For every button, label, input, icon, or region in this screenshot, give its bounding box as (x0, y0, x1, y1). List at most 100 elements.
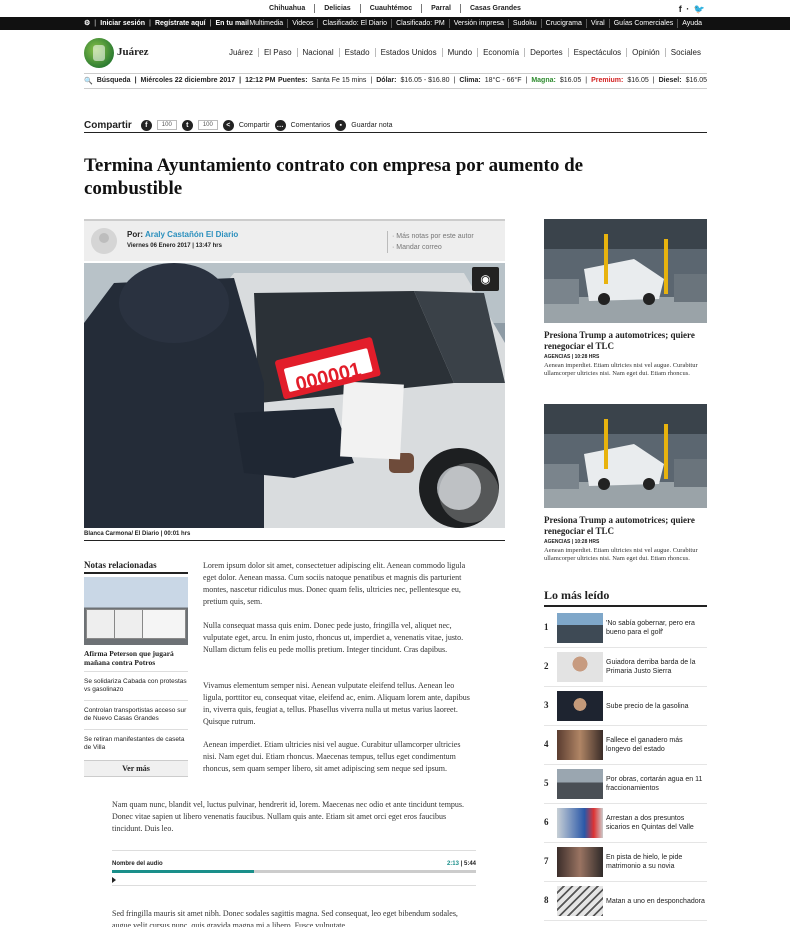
most-read-item[interactable]: 3 Sube precio de la gasolina (544, 688, 707, 726)
service-link[interactable]: Sudoku (507, 19, 541, 28)
most-read-rank: 4 (544, 739, 549, 749)
share-label: Compartir (84, 119, 132, 131)
comments-link[interactable]: Comentarios (291, 122, 331, 129)
photo-caption: Blanca Carmona/ El Diario | 00:01 hrs (84, 531, 191, 537)
service-link[interactable]: Clasificado: El Diario (317, 19, 391, 28)
nav-item[interactable]: Deportes (524, 48, 567, 57)
most-read-item[interactable]: 4 Fallece el ganadero más longevo del es… (544, 727, 707, 765)
by-label: Por: (127, 230, 143, 239)
camera-icon[interactable]: ◉ (472, 267, 499, 291)
related-photo[interactable] (84, 577, 188, 645)
nav-item[interactable]: Espectáculos (567, 48, 627, 57)
nav-item[interactable]: Estado (338, 48, 375, 57)
see-more-button[interactable]: Ver más (84, 760, 188, 777)
audio-progress-fill (112, 870, 254, 873)
divider (84, 73, 707, 74)
related-notes: Notas relacionadas Afirma Peterson que j… (84, 560, 188, 777)
service-link[interactable]: Multimedia (245, 19, 287, 28)
service-link[interactable]: Guías Comerciales (608, 19, 678, 28)
related-item[interactable]: Se solidariza Cabada con protestas vs ga… (84, 671, 188, 700)
side-news-text: Aenean imperdiet. Etiam ultricies nisi v… (544, 547, 698, 562)
most-read-headline[interactable]: Matan a uno en desponchadora (606, 886, 707, 916)
logo-text[interactable]: Juárez (117, 46, 149, 58)
side-news-photo[interactable] (544, 404, 707, 508)
nav-item[interactable]: Estados Unidos (374, 48, 442, 57)
side-news-headline[interactable]: Presiona Trump a automotrices; quiere re… (544, 515, 707, 537)
article-paragraph: Aenean imperdiet. Etiam ultricies nisi v… (203, 740, 461, 773)
main-photo[interactable]: 000001 ◉ (84, 263, 505, 528)
related-item[interactable]: Controlan transportistas acceso sur de N… (84, 700, 188, 729)
most-read-item[interactable]: 8 Matan a uno en desponchadora (544, 883, 707, 921)
most-read-rank: 2 (544, 661, 549, 671)
city-link[interactable]: Casas Grandes (461, 4, 530, 13)
most-read-rank: 6 (544, 817, 549, 827)
most-read-item[interactable]: 6 Arrestan a dos presuntos sicarios en Q… (544, 805, 707, 843)
most-read-thumb (557, 886, 603, 916)
audio-progress-bar[interactable] (112, 870, 476, 873)
audio-name: Nombre del audio (112, 861, 163, 867)
service-link[interactable]: Clasificado: PM (391, 19, 449, 28)
author-name[interactable]: Araly Castañón El Diario (145, 230, 238, 239)
premium-label: Premium: (591, 77, 624, 84)
site-logo-icon[interactable] (84, 38, 114, 68)
email-link[interactable]: En tu mail (216, 20, 249, 27)
city-link[interactable]: Cuauhtémoc (361, 4, 423, 13)
most-read-rank: 5 (544, 778, 549, 788)
most-read-headline[interactable]: En pista de hielo, le pide matrimonio a … (606, 847, 707, 877)
gear-icon[interactable]: ⚙ (84, 19, 90, 27)
user-bar: ⚙ | Iniciar sesión | Regístrate aquí | En t… (0, 17, 790, 30)
most-read-headline[interactable]: Por obras, cortarán agua en 11 fracciona… (606, 769, 707, 799)
nav-item[interactable]: Mundo (441, 48, 477, 57)
service-link[interactable]: Versión impresa (448, 19, 508, 28)
nav-item[interactable]: Nacional (296, 48, 339, 57)
service-link[interactable]: Viral (585, 19, 609, 28)
share-link[interactable]: Compartir (239, 122, 270, 129)
social-icons-top[interactable]: f · 🐦 (679, 4, 706, 15)
send-mail-link[interactable]: · Mandar correo (392, 242, 474, 253)
related-item[interactable]: Se retiran manifestantes de caseta de Vi… (84, 729, 188, 758)
most-read-headline[interactable]: Sube precio de la gasolina (606, 691, 707, 721)
share-bar: Compartir f 100 t 100 < Compartir … Come… (84, 117, 707, 133)
most-read-item[interactable]: 1 'No sabía gobernar, pero era bueno par… (544, 610, 707, 648)
service-link[interactable]: Crucigrama (540, 19, 586, 28)
nav-item[interactable]: Economía (477, 48, 524, 57)
service-link[interactable]: Videos (287, 19, 317, 28)
most-read-rank: 7 (544, 856, 549, 866)
comment-icon[interactable]: … (274, 119, 286, 131)
most-read-item[interactable]: 5 Por obras, cortarán agua en 11 fraccio… (544, 766, 707, 804)
nav-item[interactable]: Opinión (626, 48, 665, 57)
bookmark-icon[interactable]: ▪ (335, 119, 347, 131)
services-links: Multimedia Videos Clasificado: El Diario Cl… (245, 19, 706, 28)
more-by-author-link[interactable]: · Más notas por este autor (392, 231, 474, 242)
search-icon[interactable]: 🔍 (84, 77, 93, 85)
side-news-photo[interactable] (544, 219, 707, 323)
twitter-icon[interactable]: t (181, 119, 193, 131)
share-icon[interactable]: < (222, 119, 234, 131)
facebook-icon[interactable]: f (140, 119, 152, 131)
related-title: Notas relacionadas (84, 560, 188, 574)
city-link[interactable]: Delicias (315, 4, 361, 13)
most-read-headline[interactable]: Guiadora derriba barda de la Primaria Ju… (606, 652, 707, 682)
most-read-item[interactable]: 2 Guiadora derriba barda de la Primaria … (544, 649, 707, 687)
side-news-headline[interactable]: Presiona Trump a automotrices; quiere re… (544, 330, 707, 352)
related-main-headline[interactable]: Afirma Peterson que jugará mañana contra… (84, 649, 188, 667)
most-read-headline[interactable]: 'No sabía gobernar, pero era bueno para … (606, 613, 707, 643)
register-link[interactable]: Regístrate aquí (155, 20, 206, 27)
article-paragraph: Vivamus elementum semper nisi. Aenean vu… (203, 681, 470, 726)
article-headline: Termina Ayuntamiento contrato con empres… (84, 155, 584, 199)
search-link[interactable]: Búsqueda (97, 77, 131, 85)
nav-item[interactable]: Sociales (664, 48, 706, 57)
most-read-headline[interactable]: Fallece el ganadero más longevo del esta… (606, 730, 707, 760)
login-link[interactable]: Iniciar sesión (100, 20, 145, 27)
city-link[interactable]: Chihuahua (260, 4, 316, 13)
save-note-link[interactable]: Guardar nota (351, 122, 392, 129)
city-link[interactable]: Parral (422, 4, 461, 13)
nav-item[interactable]: El Paso (257, 48, 297, 57)
most-read-item[interactable]: 7 En pista de hielo, le pide matrimonio … (544, 844, 707, 882)
avatar (91, 228, 117, 254)
author-links: · Más notas por este autor · Mandar corr… (387, 231, 474, 253)
most-read-headline[interactable]: Arrestan a dos presuntos sicarios en Qui… (606, 808, 707, 838)
service-link[interactable]: Ayuda (677, 19, 706, 28)
play-icon[interactable] (112, 877, 116, 883)
nav-item[interactable]: Juárez (224, 48, 258, 57)
